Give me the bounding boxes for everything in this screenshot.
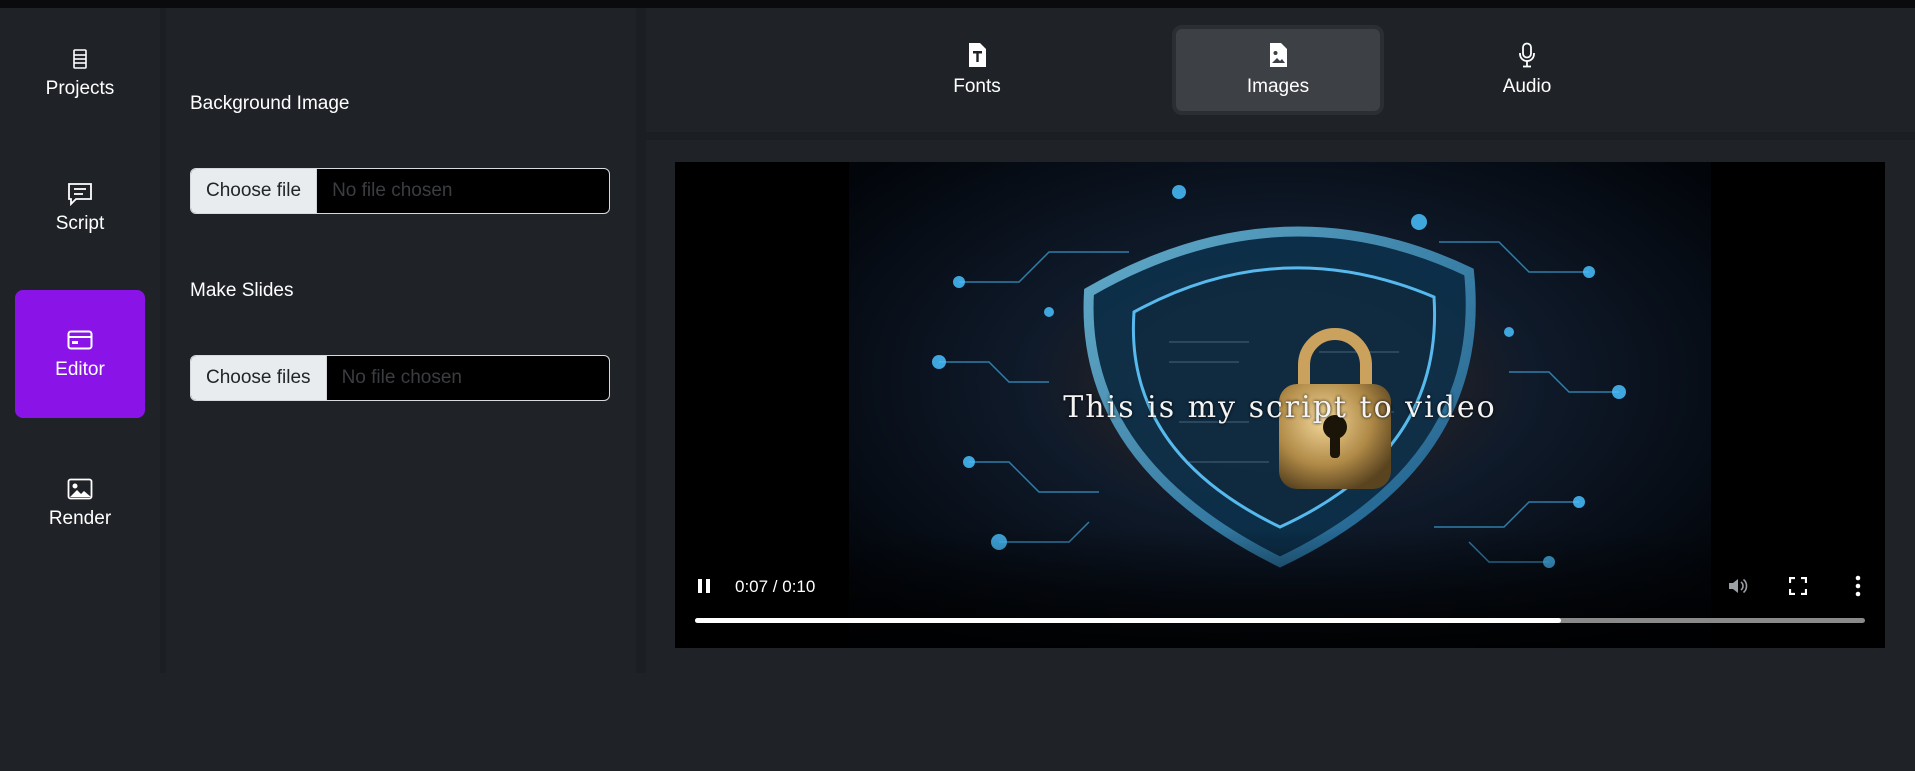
playback-time: 0:07 / 0:10	[735, 577, 816, 596]
font-file-icon	[964, 42, 990, 68]
sidebar-item-editor[interactable]: Editor	[15, 290, 145, 418]
sidebar-item-label: Projects	[45, 78, 115, 99]
progress-bar[interactable]	[695, 618, 1865, 623]
mute-button[interactable]	[1727, 576, 1749, 601]
pause-button[interactable]	[695, 577, 713, 600]
file-status-text: No file chosen	[332, 180, 453, 201]
more-options-button[interactable]	[1853, 575, 1863, 602]
sidebar-item-render[interactable]: Render	[15, 458, 145, 548]
tab-fonts[interactable]: Fonts	[871, 25, 1083, 115]
background-image-file-input[interactable]: Choose file No file chosen	[190, 168, 610, 214]
tab-label: Audio	[1502, 76, 1552, 97]
controls-overlay	[675, 528, 1885, 648]
volume-icon	[1729, 578, 1748, 594]
sidebar-item-projects[interactable]: Projects	[15, 28, 145, 118]
window-top-strip	[0, 0, 1915, 8]
make-slides-file-input[interactable]: Choose files No file chosen	[190, 355, 610, 401]
sidebar-nav: Projects Script Editor Render	[0, 8, 160, 673]
file-status-text: No file chosen	[341, 367, 462, 388]
sidebar-item-label: Script	[55, 213, 105, 234]
choose-files-button[interactable]: Choose files	[191, 356, 327, 400]
card-icon	[67, 327, 93, 353]
image-file-icon	[1265, 42, 1291, 68]
tabbar-divider	[646, 132, 1915, 140]
microphone-icon	[1514, 42, 1540, 68]
list-icon	[67, 46, 93, 72]
panel-divider	[636, 8, 646, 673]
video-caption-text: This is my script to video	[1063, 390, 1497, 425]
sidebar-item-label: Render	[48, 508, 112, 529]
tab-audio[interactable]: Audio	[1421, 25, 1633, 115]
pause-icon	[698, 579, 710, 593]
sidebar-item-label: Editor	[55, 359, 105, 380]
sidebar-item-script[interactable]: Script	[15, 158, 145, 258]
bottom-area	[0, 673, 1915, 771]
choose-file-button[interactable]: Choose file	[191, 169, 318, 213]
video-player[interactable]: This is my script to video 0:07 / 0:10	[675, 162, 1885, 648]
tab-images[interactable]: Images	[1172, 25, 1384, 115]
make-slides-label: Make Slides	[190, 280, 294, 301]
fullscreen-icon	[1788, 576, 1808, 596]
tab-label: Fonts	[953, 76, 1001, 97]
progress-bar-fill	[695, 618, 1561, 623]
image-icon	[67, 476, 93, 502]
chat-text-icon	[67, 181, 93, 207]
fullscreen-button[interactable]	[1788, 576, 1808, 600]
more-vertical-icon	[1855, 575, 1861, 597]
tab-label: Images	[1246, 76, 1310, 97]
background-image-label: Background Image	[190, 93, 350, 114]
asset-tab-bar: Fonts Images Audio	[646, 8, 1915, 132]
